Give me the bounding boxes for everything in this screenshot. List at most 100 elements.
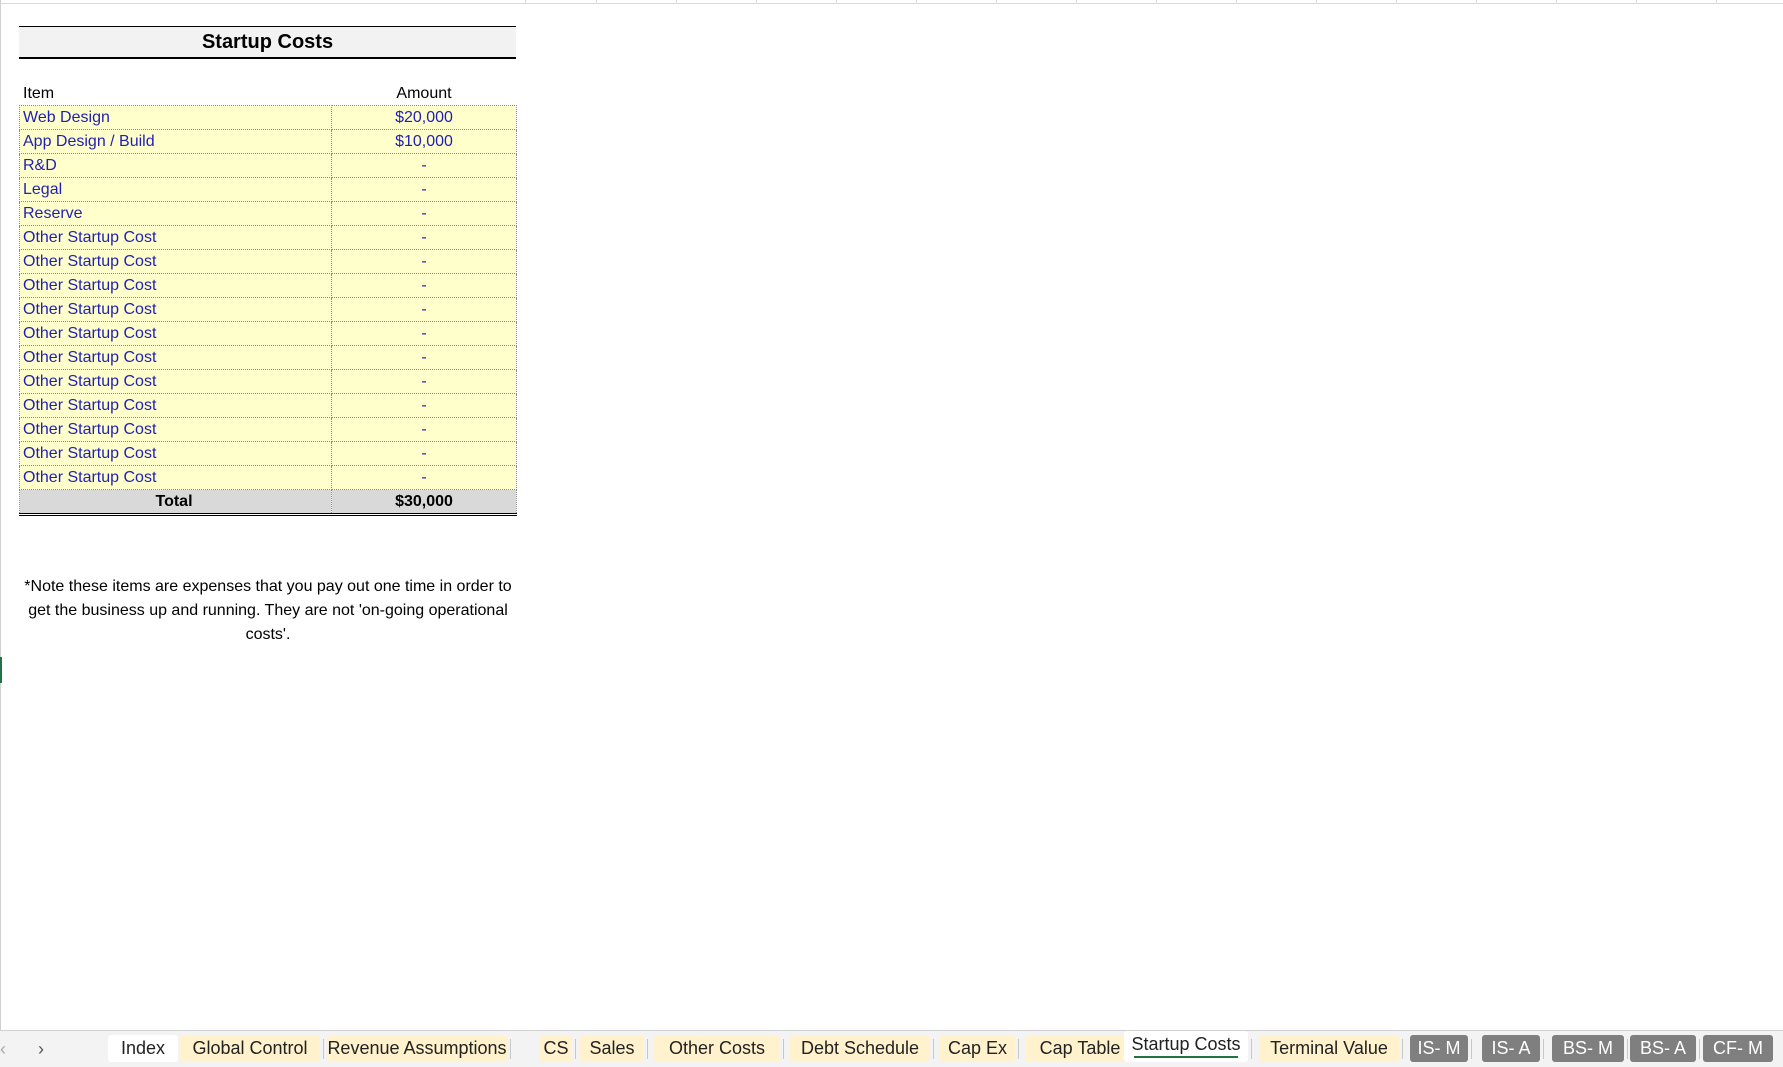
item-cell[interactable]: Web Design: [19, 105, 332, 130]
amount-cell[interactable]: -: [331, 465, 517, 490]
item-cell[interactable]: Other Startup Cost: [19, 321, 332, 346]
column-header-item[interactable]: Item: [23, 84, 54, 104]
item-cell[interactable]: R&D: [19, 153, 332, 178]
table-row: Web Design $20,000: [19, 105, 517, 130]
amount-cell[interactable]: -: [331, 417, 517, 442]
table-row: Other Startup Cost -: [19, 417, 517, 442]
table-row: Legal -: [19, 177, 517, 202]
sheet-tab[interactable]: IS- A: [1482, 1035, 1540, 1062]
amount-cell[interactable]: -: [331, 321, 517, 346]
item-cell[interactable]: Other Startup Cost: [19, 225, 332, 250]
item-cell[interactable]: Other Startup Cost: [19, 417, 332, 442]
page-title[interactable]: Startup Costs: [19, 26, 516, 59]
sheet-tab[interactable]: Index: [108, 1035, 178, 1062]
chevron-right-icon[interactable]: ›: [38, 1039, 44, 1060]
table-row: Other Startup Cost -: [19, 297, 517, 322]
item-cell[interactable]: Other Startup Cost: [19, 393, 332, 418]
sheet-tab[interactable]: Terminal Value: [1259, 1035, 1399, 1062]
sheet-tab[interactable]: BS- M: [1552, 1035, 1624, 1062]
tab-separator: [1402, 1039, 1403, 1059]
sheet-tab[interactable]: Cap Ex: [940, 1035, 1015, 1062]
sheet-tab-label: CS: [543, 1038, 569, 1058]
worksheet-grid[interactable]: Startup Costs Item Amount Web Design $20,…: [0, 0, 1783, 1030]
sheet-tab[interactable]: CF- M: [1703, 1035, 1773, 1062]
table-row: Other Startup Cost -: [19, 465, 517, 490]
sheet-tab-label: Global Control: [192, 1038, 308, 1058]
sheet-tab-label: Other Costs: [668, 1038, 766, 1058]
active-tab-underline: [1134, 1056, 1238, 1058]
sheet-left-border: [0, 0, 1, 1030]
column-gridline-strip: [0, 0, 1783, 4]
sheet-tab[interactable]: Debt Schedule: [790, 1035, 930, 1062]
sheet-tab-label: BS- M: [1562, 1038, 1613, 1058]
sheet-tab[interactable]: IS- M: [1410, 1035, 1468, 1062]
amount-cell[interactable]: $20,000: [331, 105, 517, 130]
tab-separator: [1018, 1039, 1019, 1059]
item-cell[interactable]: Reserve: [19, 201, 332, 226]
sheet-tab[interactable]: Startup Costs: [1124, 1031, 1248, 1062]
sheet-tab-label: Terminal Value: [1270, 1038, 1388, 1058]
sheet-tab-label: IS- A: [1491, 1038, 1531, 1058]
amount-cell[interactable]: -: [331, 201, 517, 226]
item-cell[interactable]: Other Startup Cost: [19, 369, 332, 394]
amount-cell[interactable]: -: [331, 297, 517, 322]
item-cell[interactable]: Other Startup Cost: [19, 249, 332, 274]
table-row: Other Startup Cost -: [19, 393, 517, 418]
tab-separator: [1627, 1039, 1628, 1059]
startup-costs-table: Web Design $20,000 App Design / Build $10,0…: [19, 105, 517, 516]
sheet-tab-label: Cap Table: [1039, 1038, 1121, 1058]
amount-cell[interactable]: -: [331, 273, 517, 298]
amount-cell[interactable]: -: [331, 153, 517, 178]
column-header-amount[interactable]: Amount: [331, 84, 517, 104]
tab-separator: [1251, 1039, 1252, 1059]
tab-separator: [783, 1039, 784, 1059]
item-cell[interactable]: Other Startup Cost: [19, 465, 332, 490]
amount-cell[interactable]: -: [331, 393, 517, 418]
note-text[interactable]: *Note these items are expenses that you …: [19, 575, 517, 647]
table-row: Other Startup Cost -: [19, 273, 517, 298]
item-cell[interactable]: Other Startup Cost: [19, 441, 332, 466]
sheet-tab[interactable]: Sales: [580, 1035, 644, 1062]
amount-cell[interactable]: -: [331, 369, 517, 394]
total-row: Total $30,000: [19, 489, 517, 516]
sheet-tab[interactable]: BS- A: [1630, 1035, 1696, 1062]
amount-cell[interactable]: -: [331, 225, 517, 250]
sheet-tab-label: Cap Ex: [947, 1038, 1008, 1058]
table-row: R&D -: [19, 153, 517, 178]
amount-cell[interactable]: -: [331, 177, 517, 202]
sheet-tab-label: CF- M: [1713, 1038, 1763, 1058]
amount-cell[interactable]: -: [331, 441, 517, 466]
sheet-tab-label: Revenue Assumptions: [327, 1038, 507, 1058]
tab-separator: [1543, 1039, 1544, 1059]
item-cell[interactable]: Other Startup Cost: [19, 345, 332, 370]
table-row: App Design / Build $10,000: [19, 129, 517, 154]
item-cell[interactable]: Other Startup Cost: [19, 297, 332, 322]
sheet-tab-label: Index: [120, 1038, 166, 1058]
tab-separator: [510, 1039, 511, 1059]
total-label-cell[interactable]: Total: [19, 489, 332, 516]
item-cell[interactable]: Other Startup Cost: [19, 273, 332, 298]
sheet-tab[interactable]: CS: [540, 1035, 572, 1062]
table-row: Other Startup Cost -: [19, 369, 517, 394]
tab-separator: [1699, 1039, 1700, 1059]
sheet-tab-bar: ‹ › Index Global Control Revenue Assumptio…: [0, 1030, 1783, 1067]
sheet-tab[interactable]: Global Control: [180, 1035, 320, 1062]
amount-cell[interactable]: $10,000: [331, 129, 517, 154]
item-cell[interactable]: App Design / Build: [19, 129, 332, 154]
amount-cell[interactable]: -: [331, 249, 517, 274]
chevron-left-icon[interactable]: ‹: [0, 1039, 6, 1060]
tab-separator: [323, 1039, 324, 1059]
sheet-tab[interactable]: Cap Table: [1025, 1035, 1135, 1062]
table-row: Other Startup Cost -: [19, 441, 517, 466]
sheet-tab[interactable]: Revenue Assumptions: [327, 1035, 507, 1062]
total-amount-cell[interactable]: $30,000: [331, 489, 517, 516]
tab-separator: [647, 1039, 648, 1059]
sheet-tab[interactable]: Other Costs: [654, 1035, 780, 1062]
table-row: Other Startup Cost -: [19, 225, 517, 250]
sheet-tab-label: Sales: [589, 1038, 635, 1058]
item-cell[interactable]: Legal: [19, 177, 332, 202]
sheet-tab-label: Debt Schedule: [800, 1038, 920, 1058]
amount-cell[interactable]: -: [331, 345, 517, 370]
table-row: Other Startup Cost -: [19, 345, 517, 370]
sheet-tab-label: BS- A: [1639, 1038, 1687, 1058]
